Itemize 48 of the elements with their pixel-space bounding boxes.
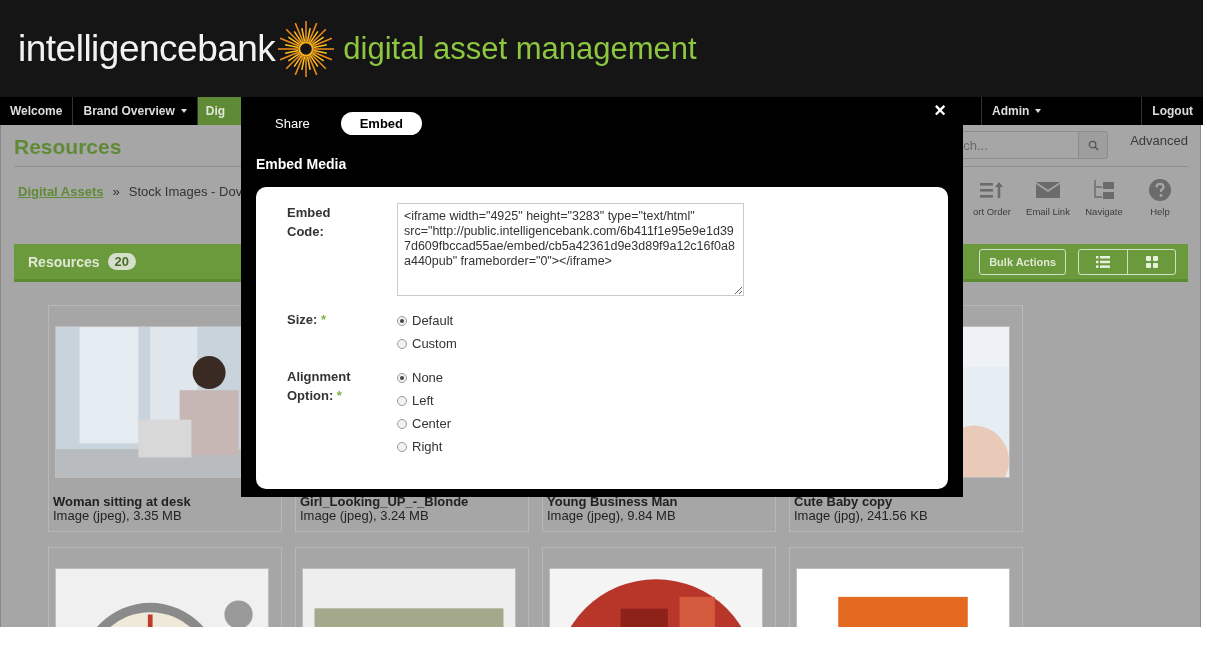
- asset-meta: Image (jpeg), 3.24 MB: [300, 509, 429, 523]
- field-label: Alignment Option: *: [287, 368, 352, 405]
- toolbar-label: Navigate: [1085, 206, 1123, 217]
- count-badge: 20: [107, 253, 137, 270]
- asset-title: Girl_Looking_UP_-_Blonde: [300, 495, 470, 509]
- dialog-tab[interactable]: Share: [260, 112, 325, 135]
- radio-label[interactable]: Center: [412, 416, 452, 431]
- search-button[interactable]: [1078, 131, 1109, 159]
- radio-label[interactable]: Custom: [412, 336, 457, 351]
- field-label: Size: *: [287, 311, 328, 329]
- field-label: Embed Code:: [287, 205, 331, 239]
- search-icon: [1087, 139, 1099, 151]
- breadcrumb-separator: »: [112, 184, 120, 200]
- help-icon[interactable]: [1149, 179, 1171, 201]
- grid-icon: [1145, 255, 1158, 268]
- radio-button[interactable]: [397, 395, 407, 406]
- radio-label[interactable]: Left: [412, 393, 434, 408]
- radio-label[interactable]: Default: [412, 313, 454, 328]
- dialog-title: Embed Media: [256, 156, 348, 174]
- radio-button[interactable]: [397, 441, 407, 452]
- close-button[interactable]: ×: [934, 99, 946, 122]
- envelope-icon[interactable]: [1036, 179, 1060, 201]
- dialog-tab[interactable]: Embed: [340, 112, 423, 135]
- radio-button[interactable]: [397, 315, 407, 326]
- asset-meta: Image (jpeg), 3.35 MB: [53, 509, 183, 523]
- tagline-text: digital asset management: [343, 30, 697, 67]
- radio-label[interactable]: None: [412, 370, 444, 385]
- sunburst-logo-icon: [277, 19, 336, 78]
- asset-title: Young Business Man: [547, 495, 679, 509]
- page-title: Resources: [14, 135, 122, 159]
- resources-label: Resources: [28, 253, 100, 270]
- radio-button[interactable]: [397, 418, 407, 429]
- asset-title: Cute Baby copy: [794, 495, 894, 509]
- breadcrumb-current: Stock Images - Dov: [128, 184, 243, 200]
- asset-meta: Image (jpg), 241.56 KB: [794, 509, 929, 523]
- radio-label[interactable]: Right: [412, 439, 443, 454]
- toolbar-label: ort Order: [973, 206, 1011, 217]
- radio-button[interactable]: [397, 372, 407, 383]
- logo-text: intelligencebank: [18, 27, 276, 70]
- embed-code-field[interactable]: <iframe width="4925" height="3283" type="text/html" src="http://public.intelligencebank.com/6b411f1e95e9e1d397d609fbccad55ae/embed/cb5a42361d9e3d89f9a12c16f0a8a440pub" frameborder="0"></iframe>: [397, 203, 744, 296]
- asset-meta: Image (jpeg), 9.84 MB: [547, 509, 677, 523]
- toolbar-label: Email Link: [1026, 206, 1070, 217]
- radio-button[interactable]: [397, 338, 407, 349]
- folder-tree-icon[interactable]: [1093, 179, 1115, 201]
- advanced-search-link[interactable]: Advanced: [1130, 133, 1188, 148]
- toolbar-label: Help: [1150, 206, 1170, 217]
- asset-title: Woman sitting at desk: [53, 495, 192, 509]
- list-icon: [1096, 255, 1110, 268]
